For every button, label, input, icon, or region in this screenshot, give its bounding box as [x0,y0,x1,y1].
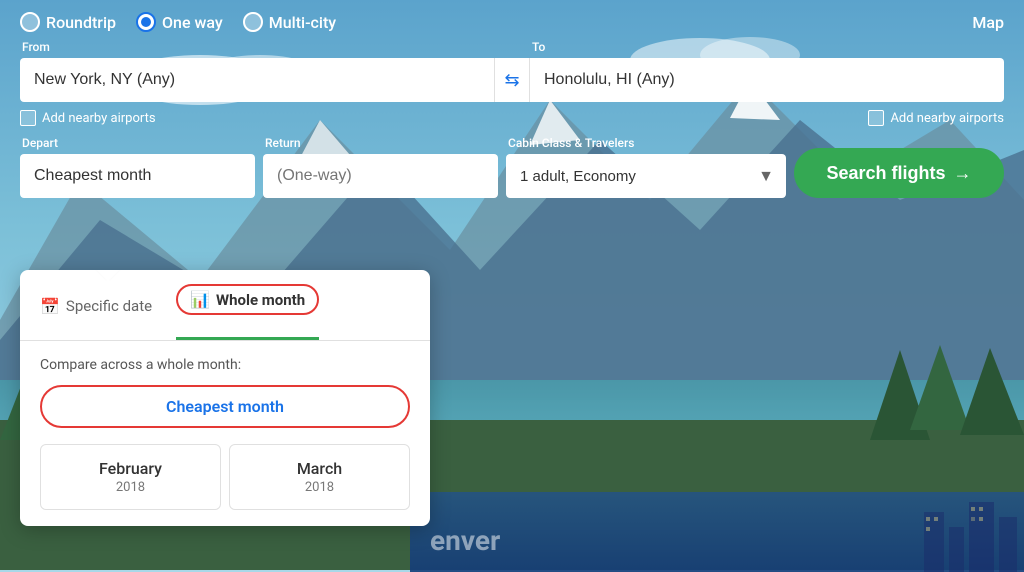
calendar-icon: 📅 [40,297,60,316]
whole-month-tab[interactable]: 📊 Whole month [176,284,319,340]
swap-button[interactable]: ⇆ [494,58,530,102]
from-nearby-checkbox[interactable] [20,110,36,126]
multicity-label: Multi-city [269,13,336,32]
roundtrip-label: Roundtrip [46,13,116,32]
cabin-group: Cabin Class & Travelers 1 adult, Economy… [506,136,786,198]
month-options: February 2018 March 2018 [40,444,410,510]
month-name-0: February [55,459,206,478]
oneway-label: One way [162,13,223,32]
origin-dest-row: From ⇆ To [20,40,1004,102]
trip-type-group: Roundtrip One way Multi-city [20,12,336,32]
compare-label: Compare across a whole month: [40,357,410,373]
to-input[interactable] [530,58,1004,102]
specific-date-tab[interactable]: 📅 Specific date [40,297,152,328]
return-input[interactable] [263,154,498,198]
search-label: Search flights [826,163,945,184]
date-picker-dropdown: 📅 Specific date 📊 Whole month Compare ac… [20,270,430,526]
roundtrip-radio[interactable] [20,12,40,32]
depart-input[interactable] [20,154,255,198]
from-label: From [20,40,494,54]
from-group: From [20,40,494,102]
date-type-tabs: 📅 Specific date 📊 Whole month [20,270,430,341]
city-buildings-icon [724,492,1024,572]
cabin-wrapper: 1 adult, Economy ▼ [506,154,786,198]
oneway-option[interactable]: One way [136,12,223,32]
dropdown-content: Compare across a whole month: Cheapest m… [20,341,430,526]
airports-row: Add nearby airports Add nearby airports [20,110,1004,126]
search-arrow-icon: → [954,163,972,184]
month-card-0[interactable]: February 2018 [40,444,221,510]
city-text: enver [430,524,500,557]
whole-month-label: Whole month [216,291,305,309]
to-nearby-airports[interactable]: Add nearby airports [868,110,1004,126]
multicity-radio[interactable] [243,12,263,32]
depart-label: Depart [20,136,255,150]
header-bar: Roundtrip One way Multi-city Map [0,0,1024,40]
cabin-label: Cabin Class & Travelers [506,136,786,150]
month-name-1: March [244,459,395,478]
city-overlay: enver [410,492,1024,572]
cheapest-month-button[interactable]: Cheapest month [40,385,410,428]
search-flights-button[interactable]: Search flights → [794,148,1004,198]
month-card-1[interactable]: March 2018 [229,444,410,510]
roundtrip-option[interactable]: Roundtrip [20,12,116,32]
multicity-option[interactable]: Multi-city [243,12,336,32]
bar-chart-icon: 📊 [190,290,210,309]
whole-month-oval[interactable]: 📊 Whole month [176,284,319,315]
to-nearby-checkbox[interactable] [868,110,884,126]
oneway-radio[interactable] [136,12,156,32]
to-label: To [530,40,1004,54]
from-nearby-airports[interactable]: Add nearby airports [20,110,156,126]
month-year-0: 2018 [55,480,206,495]
return-group: Return [263,136,498,198]
to-nearby-label: Add nearby airports [890,111,1004,126]
map-button[interactable]: Map [972,13,1004,32]
date-cabin-row: Depart Return Cabin Class & Travelers 1 … [20,136,1004,198]
month-year-1: 2018 [244,480,395,495]
specific-date-label: Specific date [66,297,152,315]
from-input[interactable] [20,58,494,102]
cheapest-month-label: Cheapest month [166,397,284,416]
cabin-select[interactable]: 1 adult, Economy [506,154,786,198]
depart-group: Depart [20,136,255,198]
search-form: From ⇆ To Add nearby airports Add nearby… [0,40,1024,198]
from-nearby-label: Add nearby airports [42,111,156,126]
to-group: To [530,40,1004,102]
return-label: Return [263,136,498,150]
